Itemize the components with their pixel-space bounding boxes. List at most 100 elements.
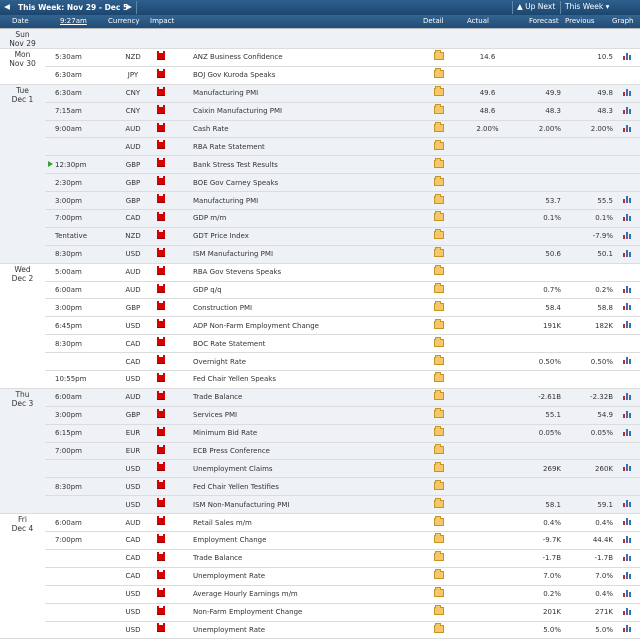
detail-folder-icon[interactable] (434, 157, 444, 168)
event-title[interactable]: Services PMI (189, 406, 433, 425)
this-week-dropdown[interactable]: This Week ▾ (565, 1, 609, 13)
detail-folder-icon[interactable] (434, 68, 444, 79)
calendar-row[interactable]: 12:30pm GBP Bank Stress Test Results (0, 155, 640, 175)
calendar-row[interactable]: 10:55pm USD Fed Chair Yellen Speaks (0, 370, 640, 389)
calendar-row[interactable]: USD ISM Non-Manufacturing PMI 58.1 59.1 (0, 495, 640, 515)
calendar-row[interactable]: 8:30pm USD ISM Manufacturing PMI 50.6 50.1 (0, 245, 640, 264)
calendar-row[interactable]: 7:00pm CAD Employment Change -9.7K 44.4K (0, 531, 640, 550)
event-title[interactable] (189, 28, 433, 49)
bar-graph-icon[interactable] (623, 88, 632, 96)
event-title[interactable]: GDP q/q (189, 281, 433, 300)
event-title[interactable]: Construction PMI (189, 298, 433, 318)
bar-graph-icon[interactable] (623, 553, 632, 561)
calendar-row[interactable]: Tue Dec 1 6:30am CNY Manufacturing PMI 49.6 49… (0, 83, 640, 264)
detail-folder-icon[interactable] (434, 300, 444, 311)
calendar-row[interactable]: 7:00pm CAD GDP m/m 0.1% 0.1% (0, 209, 640, 228)
calendar-row[interactable]: USD Unemployment Claims 269K 260K (0, 459, 640, 479)
bar-graph-icon[interactable] (623, 392, 632, 400)
detail-folder-icon[interactable] (434, 336, 444, 347)
calendar-row[interactable]: 6:30am JPY BOJ Gov Kuroda Speaks (0, 66, 640, 85)
bar-graph-icon[interactable] (623, 357, 632, 365)
detail-folder-icon[interactable] (434, 622, 444, 633)
detail-folder-icon[interactable] (434, 515, 444, 526)
calendar-row[interactable]: USD Unemployment Rate 5.0% 5.0% (0, 621, 640, 639)
event-title[interactable]: Average Hourly Earnings m/m (189, 585, 433, 604)
next-week-arrow-icon[interactable]: ▶ (124, 1, 134, 13)
detail-folder-icon[interactable] (434, 479, 444, 490)
event-title[interactable]: Cash Rate (189, 120, 433, 139)
calendar-row[interactable]: 6:15pm EUR Minimum Bid Rate 0.05% 0.05% (0, 424, 640, 443)
prev-week-arrow-icon[interactable]: ◀ (2, 1, 12, 13)
detail-folder-icon[interactable] (434, 193, 444, 204)
calendar-row[interactable]: 8:30pm CAD BOC Rate Statement (0, 334, 640, 354)
event-title[interactable]: Unemployment Rate (189, 621, 433, 639)
event-title[interactable]: ANZ Business Confidence (189, 48, 433, 67)
bar-graph-icon[interactable] (623, 571, 632, 579)
detail-folder-icon[interactable] (434, 265, 444, 276)
detail-folder-icon[interactable] (434, 533, 444, 544)
event-title[interactable]: Trade Balance (189, 387, 433, 407)
event-title[interactable]: RBA Rate Statement (189, 137, 433, 157)
bar-graph-icon[interactable] (623, 231, 632, 239)
bar-graph-icon[interactable] (623, 213, 632, 221)
event-title[interactable]: Trade Balance (189, 549, 433, 568)
calendar-row[interactable]: 8:30pm USD Fed Chair Yellen Testifies (0, 477, 640, 497)
calendar-row[interactable]: Sun Nov 29 (0, 28, 640, 49)
event-title[interactable]: Fed Chair Yellen Speaks (189, 370, 433, 389)
event-title[interactable]: Retail Sales m/m (189, 513, 433, 533)
calendar-row[interactable]: CAD Unemployment Rate 7.0% 7.0% (0, 567, 640, 586)
calendar-row[interactable]: Tentative NZD GDT Price Index -7.9% (0, 227, 640, 246)
event-title[interactable]: ADP Non-Farm Employment Change (189, 316, 433, 336)
detail-folder-icon[interactable] (434, 426, 444, 437)
detail-folder-icon[interactable] (434, 247, 444, 258)
event-title[interactable]: BOJ Gov Kuroda Speaks (189, 66, 433, 85)
detail-folder-icon[interactable] (434, 318, 444, 329)
event-title[interactable]: GDT Price Index (189, 227, 433, 246)
event-title[interactable]: RBA Gov Stevens Speaks (189, 262, 433, 282)
calendar-row[interactable]: Mon Nov 30 5:30am NZD ANZ Business Confidenc… (0, 48, 640, 85)
bar-graph-icon[interactable] (623, 428, 632, 436)
event-title[interactable]: Manufacturing PMI (189, 191, 433, 211)
bar-graph-icon[interactable] (623, 285, 632, 293)
calendar-row[interactable]: USD Non-Farm Employment Change 201K 271K (0, 603, 640, 622)
event-title[interactable]: Unemployment Claims (189, 459, 433, 479)
bar-graph-icon[interactable] (623, 249, 632, 257)
event-title[interactable]: Bank Stress Test Results (189, 155, 433, 175)
event-title[interactable]: Caixin Manufacturing PMI (189, 102, 433, 121)
event-title[interactable]: ISM Non-Manufacturing PMI (189, 495, 433, 515)
detail-folder-icon[interactable] (434, 86, 444, 97)
bar-graph-icon[interactable] (623, 607, 632, 615)
detail-folder-icon[interactable] (434, 122, 444, 132)
calendar-row[interactable]: 9:00am AUD Cash Rate 2.00% 2.00% 2.00% (0, 120, 640, 139)
bar-graph-icon[interactable] (623, 500, 632, 508)
event-title[interactable]: ECB Press Conference (189, 442, 433, 461)
calendar-row[interactable]: 6:00am AUD GDP q/q 0.7% 0.2% (0, 281, 640, 300)
column-header-current-time[interactable]: 9:27am (60, 17, 87, 25)
bar-graph-icon[interactable] (623, 124, 632, 132)
calendar-row[interactable]: CAD Trade Balance -1.7B -1.7B (0, 549, 640, 568)
bar-graph-icon[interactable] (623, 52, 632, 60)
detail-folder-icon[interactable] (434, 354, 444, 365)
event-title[interactable]: Minimum Bid Rate (189, 424, 433, 443)
detail-folder-icon[interactable] (434, 390, 444, 401)
calendar-row[interactable]: CAD Overnight Rate 0.50% 0.50% (0, 352, 640, 372)
calendar-row[interactable]: USD Average Hourly Earnings m/m 0.2% 0.4% (0, 585, 640, 604)
calendar-row[interactable]: Wed Dec 2 5:00am AUD RBA Gov Stevens Speaks (0, 262, 640, 389)
event-title[interactable]: BOC Rate Statement (189, 334, 433, 354)
calendar-row[interactable]: 7:00pm EUR ECB Press Conference (0, 442, 640, 461)
bar-graph-icon[interactable] (623, 321, 632, 329)
detail-folder-icon[interactable] (434, 497, 444, 508)
bar-graph-icon[interactable] (623, 535, 632, 543)
detail-folder-icon[interactable] (434, 283, 444, 294)
event-title[interactable]: BOE Gov Carney Speaks (189, 173, 433, 193)
detail-folder-icon[interactable] (434, 211, 444, 222)
calendar-row[interactable]: AUD RBA Rate Statement (0, 137, 640, 157)
detail-folder-icon[interactable] (434, 104, 444, 115)
detail-folder-icon[interactable] (434, 50, 444, 61)
detail-folder-icon[interactable] (434, 229, 444, 240)
calendar-row[interactable]: 6:45pm USD ADP Non-Farm Employment Change 1… (0, 316, 640, 336)
detail-folder-icon[interactable] (434, 372, 444, 383)
bar-graph-icon[interactable] (623, 410, 632, 418)
event-title[interactable]: Manufacturing PMI (189, 83, 433, 103)
detail-folder-icon[interactable] (434, 551, 444, 562)
